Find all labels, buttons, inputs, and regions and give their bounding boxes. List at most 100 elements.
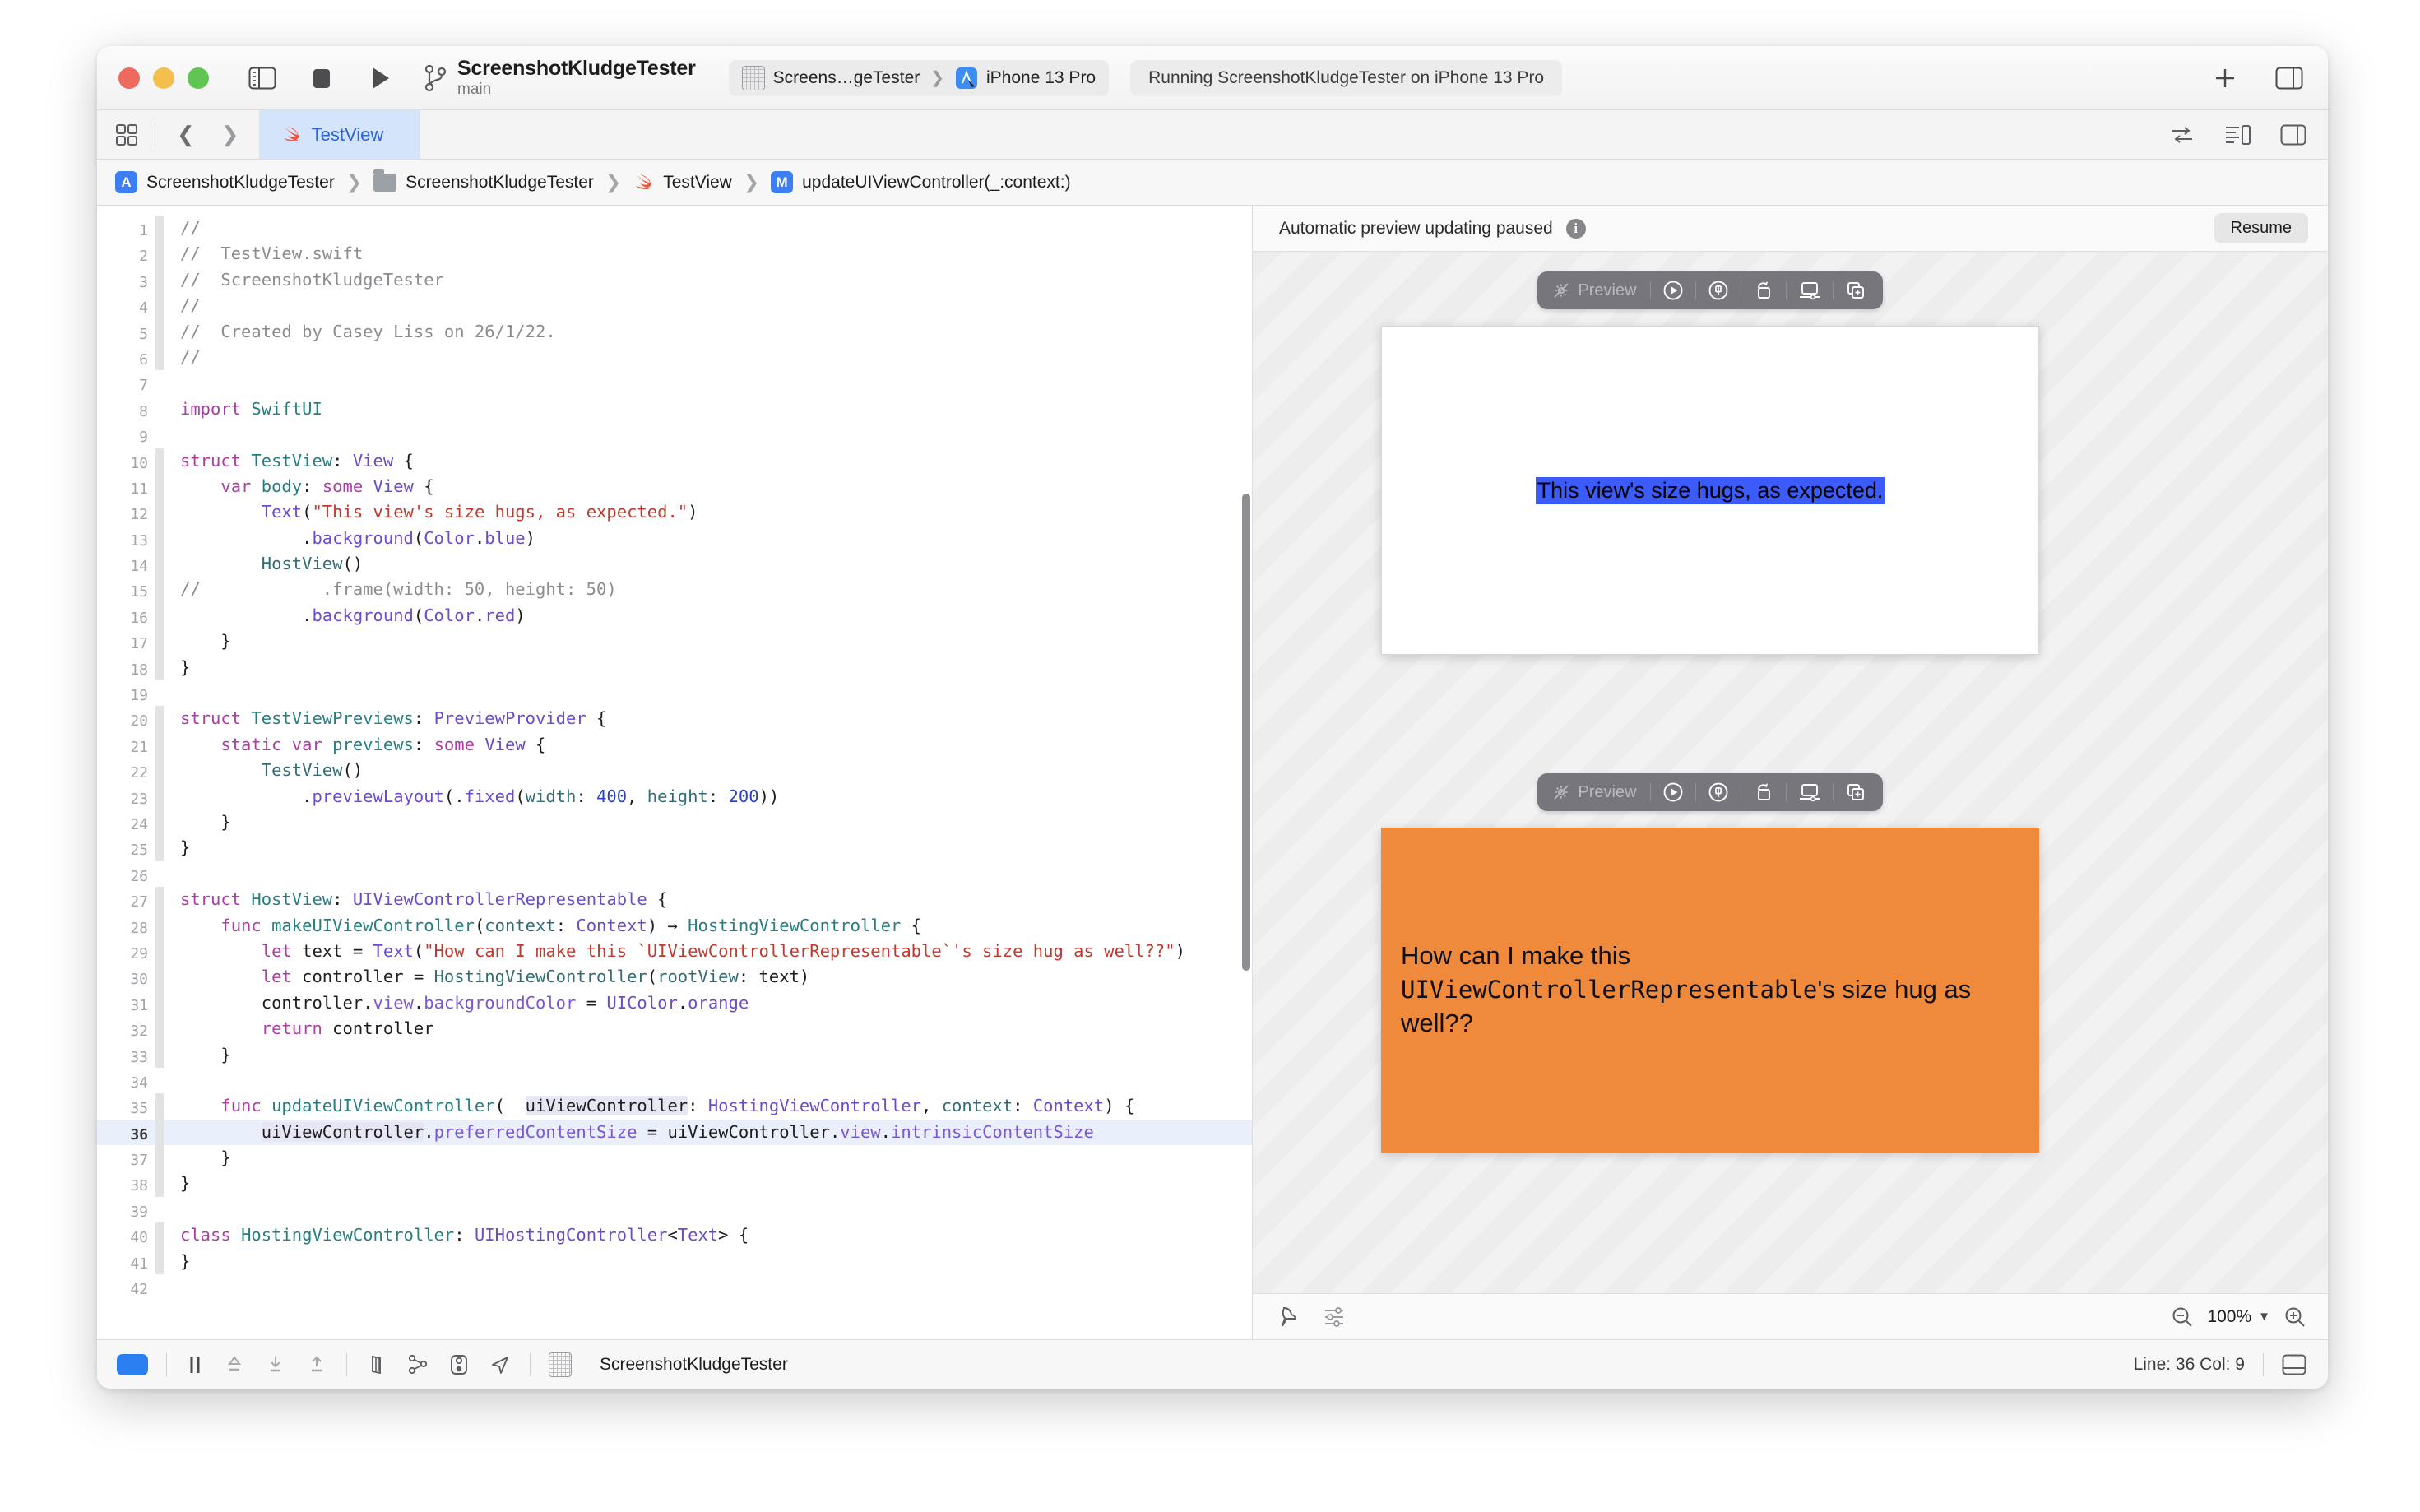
code-line[interactable]: 27 struct HostView: UIViewControllerRepre… [97,887,1252,913]
code-line[interactable]: 2 // TestView.swift [97,241,1252,267]
close-window-button[interactable] [118,67,140,89]
step-out-icon[interactable] [305,1353,328,1376]
go-forward-icon[interactable]: ❯ [216,122,244,147]
scheme-selector[interactable]: ScreenshotKludgeTester main [423,57,696,100]
code-fold-ribbon[interactable] [155,1171,164,1197]
code-line[interactable]: 18} [97,654,1252,681]
code-fold-ribbon[interactable] [155,1248,164,1275]
code-scroll-area[interactable]: 1 // 2 // TestView.swift 3 // ScreenshotKludg… [97,206,1252,1339]
code-line[interactable]: 7 [97,370,1252,396]
code-line[interactable]: 10 struct TestView: View { [97,448,1252,474]
code-fold-ribbon[interactable] [155,835,164,861]
breadcrumb-symbol[interactable]: M updateUIViewController(_:context:) [771,171,1071,193]
zoom-in-icon[interactable] [2283,1306,2306,1329]
code-line[interactable]: 15 // .frame(width: 50, height: 50) [97,577,1252,603]
zoom-out-icon[interactable] [2171,1306,2194,1329]
code-fold-ribbon[interactable] [155,809,164,836]
code-fold-ribbon[interactable] [155,577,164,603]
editor-vertical-scrollbar[interactable] [1242,494,1250,971]
code-line[interactable]: 19 [97,680,1252,706]
source-editor[interactable]: 1 // 2 // TestView.swift 3 // ScreenshotKludg… [97,206,1253,1339]
breadcrumb-project[interactable]: A ScreenshotKludgeTester [115,171,335,193]
code-line[interactable]: 17 } [97,628,1252,655]
inspect-preview-button-2[interactable] [1696,773,1741,811]
code-line[interactable]: 16 .background(Color.red) [97,602,1252,629]
code-line[interactable]: 40 class HostingViewController: UIHosting… [97,1222,1252,1249]
breadcrumb-file[interactable]: TestView [633,172,732,193]
code-line[interactable]: 42 [97,1274,1252,1300]
duplicate-preview-button-2[interactable] [1834,773,1878,811]
debug-memory-graph-icon[interactable] [406,1353,429,1376]
code-line[interactable]: 29 let text = Text("How can I make this … [97,938,1252,965]
tab-testview[interactable]: TestView [258,110,421,159]
code-line[interactable]: 37 } [97,1145,1252,1171]
pause-icon[interactable] [185,1353,205,1376]
related-items-icon[interactable] [2170,125,2195,145]
code-fold-ribbon[interactable] [155,758,164,784]
inspect-preview-button-1[interactable] [1696,271,1741,309]
code-line[interactable]: 5 // Created by Casey Liss on 26/1/22. [97,318,1252,345]
code-line[interactable]: 8 import SwiftUI [97,397,1252,422]
code-fold-ribbon[interactable] [155,216,164,242]
code-content[interactable]: 1 // 2 // TestView.swift 3 // ScreenshotKludg… [97,206,1252,1300]
code-fold-ribbon[interactable] [155,241,164,267]
code-line[interactable]: 6 // [97,344,1252,371]
navigator-toggle-icon[interactable] [248,67,276,90]
code-fold-ribbon[interactable] [155,1145,164,1171]
code-line[interactable]: 4 // [97,293,1252,319]
inspector-toggle-icon[interactable] [2275,67,2303,90]
breadcrumb-group[interactable]: ScreenshotKludgeTester [373,169,594,192]
preview-render-1[interactable]: This view's size hugs, as expected. [1381,326,2039,655]
code-fold-ribbon[interactable] [155,1222,164,1249]
minimize-window-button[interactable] [153,67,174,89]
zoom-window-button[interactable] [188,67,209,89]
code-fold-ribbon[interactable] [155,783,164,809]
preview-settings-icon[interactable] [1324,1306,1347,1328]
code-fold-ribbon[interactable] [155,1068,164,1093]
code-fold-ribbon[interactable] [155,422,164,448]
code-fold-ribbon[interactable] [155,990,164,1017]
code-line[interactable]: 33 } [97,1041,1252,1068]
pin-preview-icon[interactable] [1279,1306,1300,1329]
code-line[interactable]: 24 } [97,809,1252,836]
minimap-toggle-icon[interactable] [2224,124,2251,146]
play-preview-button-2[interactable] [1651,773,1695,811]
code-fold-ribbon[interactable] [155,293,164,319]
orientation-button-1[interactable] [1741,271,1786,309]
location-simulate-icon[interactable] [489,1353,512,1376]
resume-button[interactable]: Resume [2214,213,2308,243]
environment-overrides-icon[interactable] [447,1353,471,1376]
step-over-icon[interactable] [223,1353,246,1376]
code-fold-ribbon[interactable] [155,912,164,939]
code-line[interactable]: 36 uiViewController.preferredContentSize… [97,1119,1252,1146]
code-fold-ribbon[interactable] [155,267,164,294]
code-line[interactable]: 11 var body: some View { [97,473,1252,500]
code-fold-ribbon[interactable] [155,1197,164,1222]
code-fold-ribbon[interactable] [155,731,164,758]
code-line[interactable]: 1 // [97,216,1252,242]
code-line[interactable]: 22 TestView() [97,758,1252,784]
scheme-indicator[interactable] [117,1353,148,1375]
duplicate-preview-button-1[interactable] [1834,271,1878,309]
code-fold-ribbon[interactable] [155,1016,164,1042]
code-line[interactable]: 34 [97,1068,1252,1093]
code-line[interactable]: 21 static var previews: some View { [97,731,1252,758]
canvas-body[interactable]: Preview This view's size hugs, as expect… [1253,252,2328,1293]
code-line[interactable]: 26 [97,861,1252,887]
code-line[interactable]: 28 func makeUIViewController(context: Co… [97,912,1252,939]
code-fold-ribbon[interactable] [155,861,164,887]
step-into-icon[interactable] [264,1353,287,1376]
add-editor-button[interactable] [2213,66,2237,90]
code-line[interactable]: 38} [97,1171,1252,1197]
play-preview-button-1[interactable] [1651,271,1695,309]
stop-button[interactable] [311,66,332,90]
code-fold-ribbon[interactable] [155,318,164,345]
code-fold-ribbon[interactable] [155,706,164,732]
orientation-button-2[interactable] [1741,773,1786,811]
code-fold-ribbon[interactable] [155,473,164,500]
code-line[interactable]: 39 [97,1197,1252,1222]
device-settings-button-1[interactable] [1787,271,1833,309]
code-line[interactable]: 3 // ScreenshotKludgeTester [97,267,1252,294]
code-line[interactable]: 12 Text("This view's size hugs, as expec… [97,499,1252,526]
info-icon[interactable]: i [1565,218,1586,239]
